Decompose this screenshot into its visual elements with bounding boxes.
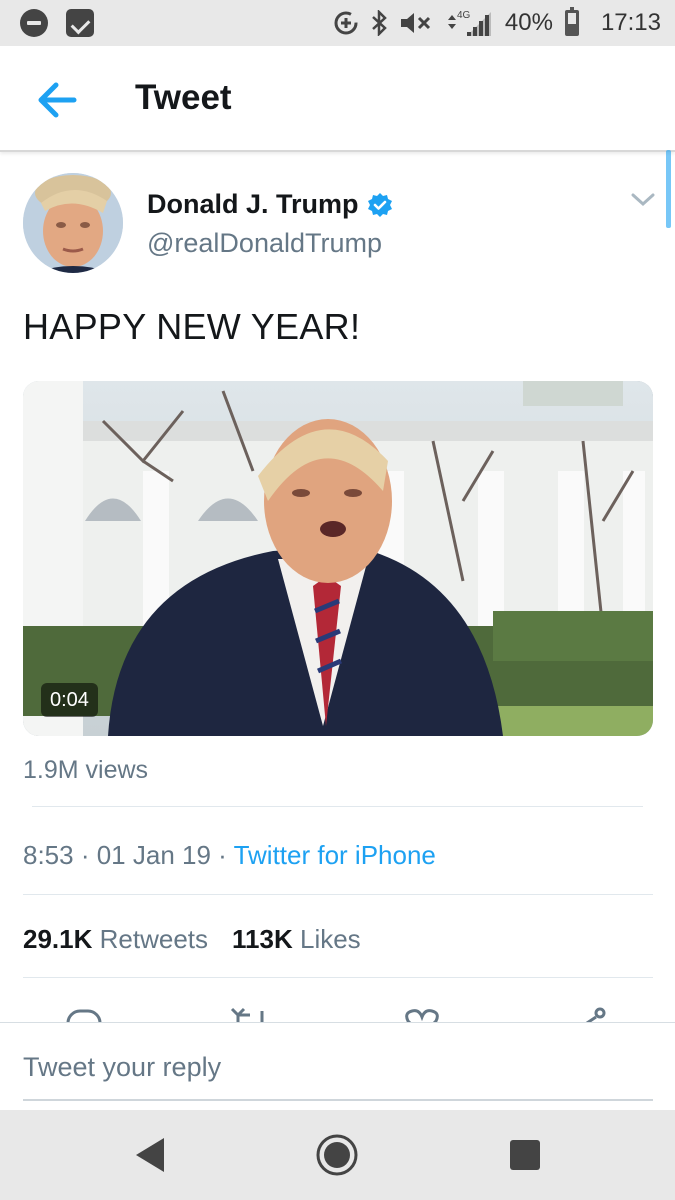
video-frame (23, 381, 653, 736)
tweet-video[interactable] (23, 381, 653, 736)
likes-count: 113K (232, 924, 293, 954)
clipboard-check-icon (66, 9, 94, 37)
likes-stat[interactable]: 113K Likes (232, 924, 361, 955)
page-title: Tweet (135, 78, 232, 117)
clock: 17:13 (600, 9, 661, 36)
video-duration-badge: 0:04 (41, 683, 98, 717)
battery-icon (564, 7, 579, 36)
nav-home-icon[interactable] (314, 1132, 360, 1178)
status-bar: 4G 40% 17:13 (0, 0, 675, 46)
divider (32, 806, 643, 807)
bluetooth-icon (372, 10, 387, 36)
back-arrow-icon (38, 82, 77, 118)
retweets-stat[interactable]: 29.1K Retweets (23, 924, 208, 955)
signal-icon: 4G (447, 10, 491, 36)
separator: · (210, 840, 234, 870)
separator: · (73, 840, 97, 870)
mute-icon (400, 13, 430, 33)
likes-label: Likes (299, 924, 361, 954)
divider (23, 894, 653, 895)
app-header: Tweet (0, 46, 675, 152)
tweet-text: HAPPY NEW YEAR! (23, 306, 361, 347)
do-not-disturb-icon (20, 9, 48, 37)
tweet-source-link[interactable]: Twitter for iPhone (234, 840, 436, 870)
verified-badge-icon (367, 192, 392, 217)
reply-underline (23, 1099, 653, 1101)
back-button[interactable] (32, 76, 86, 124)
tweet-time: 8:53 (23, 840, 74, 870)
tweet-stats: 29.1K Retweets 113K Likes (23, 924, 361, 955)
author-name-row[interactable]: Donald J. Trump (147, 189, 393, 220)
svg-text:4G: 4G (457, 10, 471, 21)
nav-recents-icon[interactable] (502, 1132, 548, 1178)
author-handle[interactable]: @realDonaldTrump (147, 228, 382, 259)
avatar[interactable] (23, 173, 123, 273)
navigation-bar (0, 1110, 675, 1200)
avatar-image (23, 173, 123, 273)
data-saver-icon (334, 11, 358, 35)
retweets-count: 29.1K (23, 924, 93, 954)
divider (23, 977, 653, 978)
tweet-actions (0, 995, 675, 1025)
scroll-indicator (666, 150, 671, 228)
tweet-meta: 8:53 · 01 Jan 19 · Twitter for iPhone (23, 840, 436, 871)
tweet-date: 01 Jan 19 (96, 840, 211, 870)
reply-bar (0, 1022, 675, 1110)
reply-input[interactable] (23, 1045, 653, 1089)
chevron-down-icon[interactable] (630, 190, 656, 210)
nav-back-icon[interactable] (128, 1132, 174, 1178)
battery-percent: 40% (504, 9, 553, 36)
view-count: 1.9M views (23, 756, 149, 784)
retweets-label: Retweets (99, 924, 209, 954)
author-name: Donald J. Trump (147, 189, 359, 219)
